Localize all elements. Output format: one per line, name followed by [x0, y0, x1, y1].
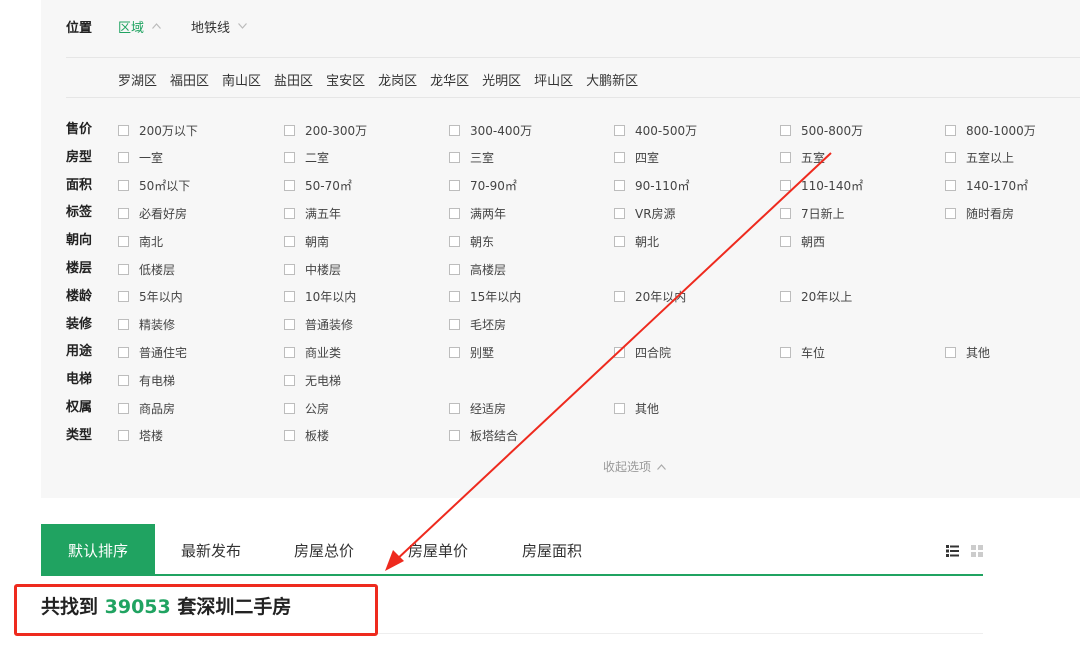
- annotation-arrow: [385, 152, 832, 571]
